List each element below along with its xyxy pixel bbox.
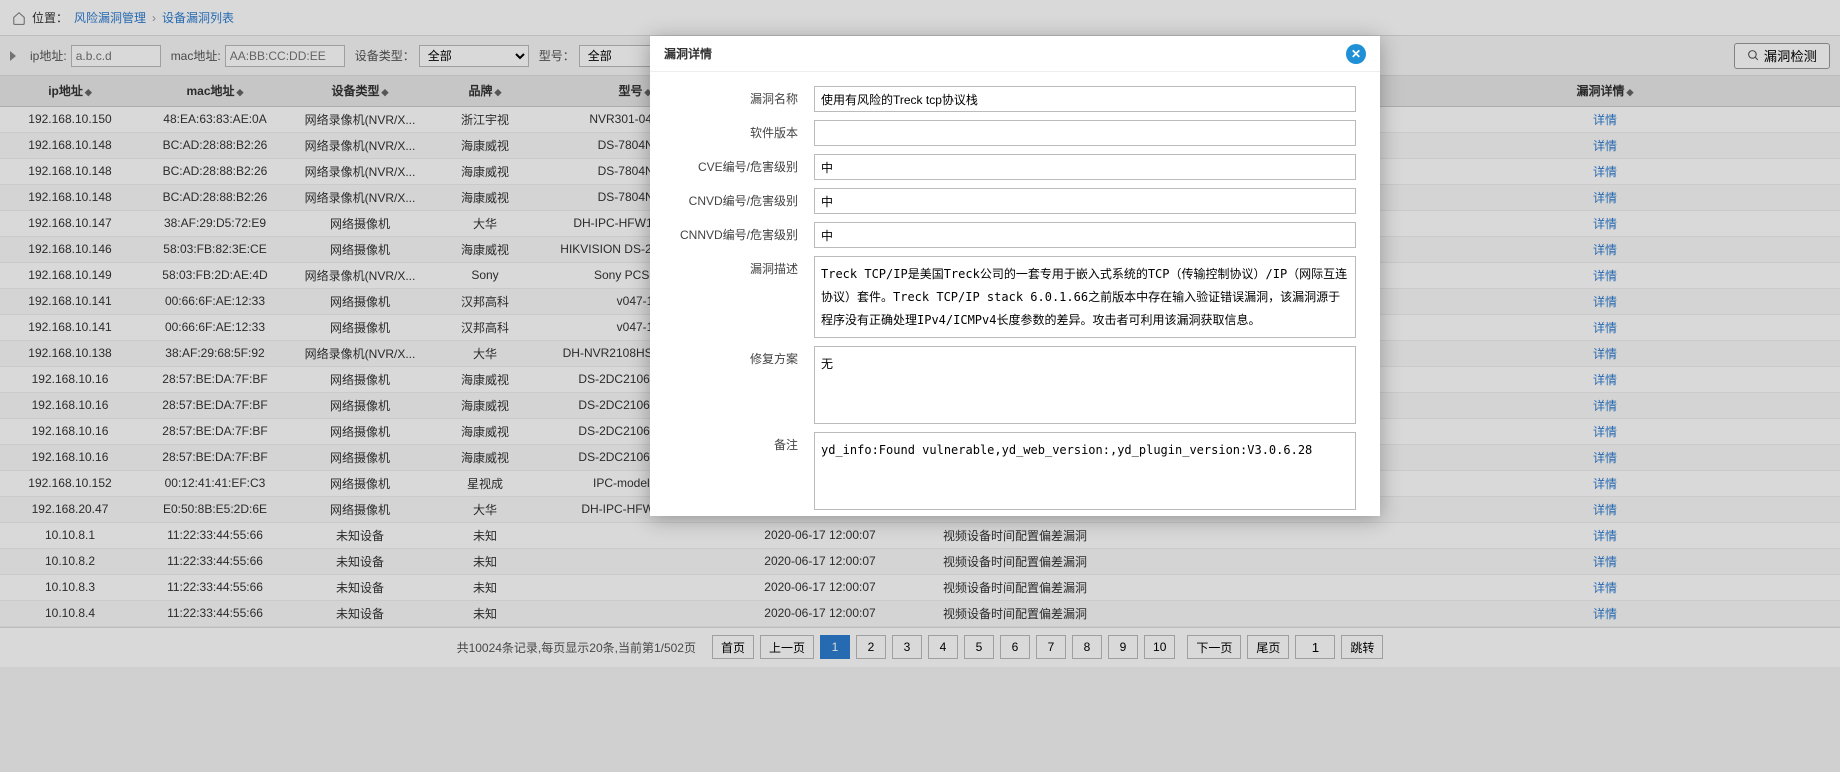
vuln-detail-modal: 漏洞详情 ✕ 漏洞名称 软件版本 CVE编号/危害级别 CNVD编号/危害级别 … xyxy=(650,36,1380,516)
lbl-cve: CVE编号/危害级别 xyxy=(674,154,814,175)
lbl-cnnvd: CNNVD编号/危害级别 xyxy=(674,222,814,243)
fld-cve[interactable] xyxy=(814,154,1356,180)
modal-title: 漏洞详情 xyxy=(664,45,712,62)
fld-fix[interactable] xyxy=(814,346,1356,424)
lbl-desc: 漏洞描述 xyxy=(674,256,814,277)
fld-note[interactable] xyxy=(814,432,1356,510)
fld-desc[interactable] xyxy=(814,256,1356,338)
lbl-fix: 修复方案 xyxy=(674,346,814,367)
lbl-name: 漏洞名称 xyxy=(674,86,814,107)
fld-cnvd[interactable] xyxy=(814,188,1356,214)
lbl-cnvd: CNVD编号/危害级别 xyxy=(674,188,814,209)
lbl-note: 备注 xyxy=(674,432,814,453)
fld-cnnvd[interactable] xyxy=(814,222,1356,248)
lbl-ver: 软件版本 xyxy=(674,120,814,141)
fld-ver[interactable] xyxy=(814,120,1356,146)
fld-name[interactable] xyxy=(814,86,1356,112)
close-icon[interactable]: ✕ xyxy=(1346,44,1366,64)
